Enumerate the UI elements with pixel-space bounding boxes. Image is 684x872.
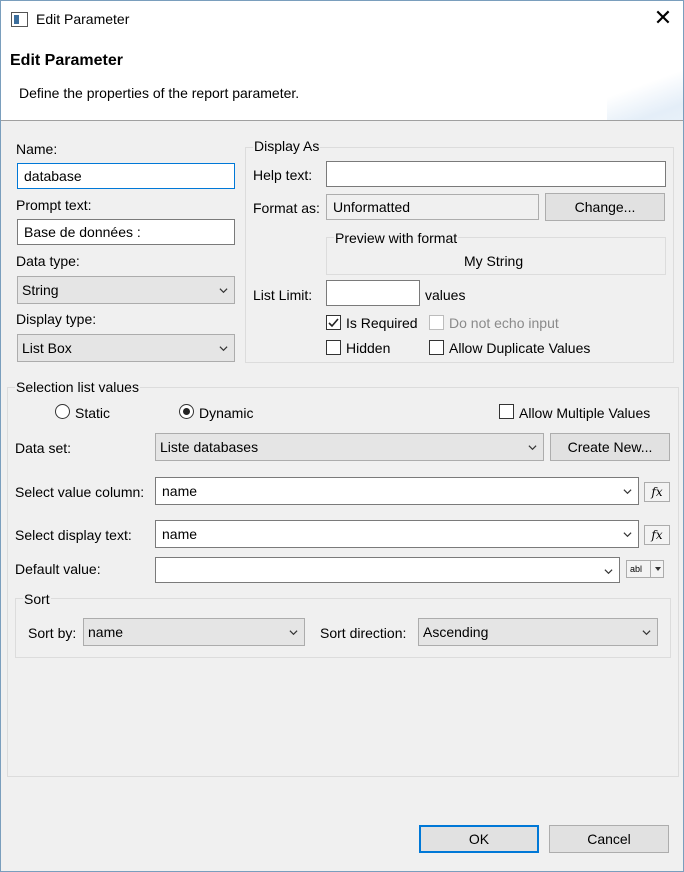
- header-decoration: [607, 39, 683, 120]
- allow-duplicate-checkbox[interactable]: [429, 340, 444, 355]
- display-text-label: Select display text:: [15, 527, 132, 543]
- name-label: Name:: [16, 141, 58, 157]
- preview-title: Preview with format: [334, 230, 459, 246]
- no-echo-label: Do not echo input: [449, 315, 559, 331]
- title-bar: Edit Parameter ✕: [1, 1, 683, 39]
- change-format-button[interactable]: Change...: [545, 193, 665, 221]
- preview-value: My String: [464, 253, 524, 269]
- data-set-value: Liste databases: [160, 439, 259, 455]
- window-title: Edit Parameter: [36, 11, 130, 27]
- chevron-down-icon: [289, 628, 298, 637]
- divider: [650, 561, 651, 577]
- help-text-field[interactable]: [326, 161, 666, 187]
- radio-selected-dot: [183, 408, 190, 415]
- sort-direction-label: Sort direction:: [320, 625, 407, 641]
- prompt-text-label: Prompt text:: [16, 197, 92, 213]
- value-column-value: name: [162, 483, 198, 499]
- list-limit-field[interactable]: [326, 280, 420, 306]
- default-value-select[interactable]: [155, 557, 620, 583]
- selection-list-title: Selection list values: [15, 379, 140, 395]
- data-type-label: Data type:: [16, 253, 80, 269]
- static-label: Static: [75, 405, 111, 421]
- format-as-value: Unformatted: [326, 194, 539, 220]
- allow-duplicate-label: Allow Duplicate Values: [449, 340, 591, 356]
- sort-direction-select[interactable]: Ascending: [418, 618, 658, 646]
- static-radio[interactable]: [55, 404, 70, 419]
- expression-builder-icon[interactable]: fx: [644, 482, 670, 502]
- value-column-label: Select value column:: [15, 484, 145, 500]
- dynamic-radio[interactable]: [179, 404, 194, 419]
- sort-by-select[interactable]: name: [83, 618, 305, 646]
- sort-by-value: name: [88, 624, 124, 640]
- dialog-window: Edit Parameter ✕ Edit Parameter Define t…: [0, 0, 684, 872]
- close-icon[interactable]: ✕: [653, 7, 673, 31]
- display-type-value: List Box: [22, 340, 72, 356]
- chevron-down-icon: [528, 443, 537, 452]
- chevron-down-icon: [655, 567, 661, 571]
- display-type-label: Display type:: [16, 311, 97, 327]
- values-label: values: [425, 287, 466, 303]
- allow-multiple-label: Allow Multiple Values: [519, 405, 651, 421]
- list-limit-label: List Limit:: [253, 287, 313, 303]
- chevron-down-icon: [219, 286, 228, 295]
- display-text-select[interactable]: name: [155, 520, 639, 548]
- value-column-select[interactable]: name: [155, 477, 639, 505]
- dynamic-label: Dynamic: [199, 405, 254, 421]
- sort-by-label: Sort by:: [28, 625, 77, 641]
- sort-title: Sort: [23, 591, 51, 607]
- data-type-select[interactable]: String: [17, 276, 235, 304]
- create-new-button[interactable]: Create New...: [550, 433, 670, 461]
- dialog-header: Edit Parameter Define the properties of …: [1, 39, 683, 121]
- is-required-checkbox[interactable]: [326, 315, 341, 330]
- allow-multiple-checkbox[interactable]: [499, 404, 514, 419]
- name-field[interactable]: database: [17, 163, 235, 189]
- display-as-title: Display As: [253, 138, 321, 154]
- prompt-text-field[interactable]: Base de données :: [17, 219, 235, 245]
- dialog-icon: [11, 12, 28, 27]
- data-type-value: String: [22, 282, 59, 298]
- display-text-value: name: [162, 526, 198, 542]
- value-type-button[interactable]: abl: [626, 560, 664, 578]
- display-type-select[interactable]: List Box: [17, 334, 235, 362]
- page-description: Define the properties of the report para…: [19, 85, 300, 101]
- no-echo-checkbox: [429, 315, 444, 330]
- format-as-label: Format as:: [253, 200, 320, 216]
- chevron-down-icon: [219, 344, 228, 353]
- cancel-button[interactable]: Cancel: [549, 825, 669, 853]
- chevron-down-icon: [604, 567, 613, 576]
- data-set-select[interactable]: Liste databases: [155, 433, 544, 461]
- chevron-down-icon: [623, 487, 632, 496]
- chevron-down-icon: [642, 628, 651, 637]
- expression-builder-icon[interactable]: fx: [644, 525, 670, 545]
- is-required-label: Is Required: [346, 315, 418, 331]
- default-value-label: Default value:: [15, 561, 101, 577]
- data-set-label: Data set:: [15, 440, 72, 456]
- help-text-label: Help text:: [253, 167, 313, 183]
- check-icon: [328, 318, 339, 328]
- sort-direction-value: Ascending: [423, 624, 489, 640]
- chevron-down-icon: [623, 530, 632, 539]
- ok-button[interactable]: OK: [419, 825, 539, 853]
- abl-icon: abl: [630, 564, 643, 574]
- page-title: Edit Parameter: [10, 52, 123, 69]
- hidden-checkbox[interactable]: [326, 340, 341, 355]
- hidden-label: Hidden: [346, 340, 391, 356]
